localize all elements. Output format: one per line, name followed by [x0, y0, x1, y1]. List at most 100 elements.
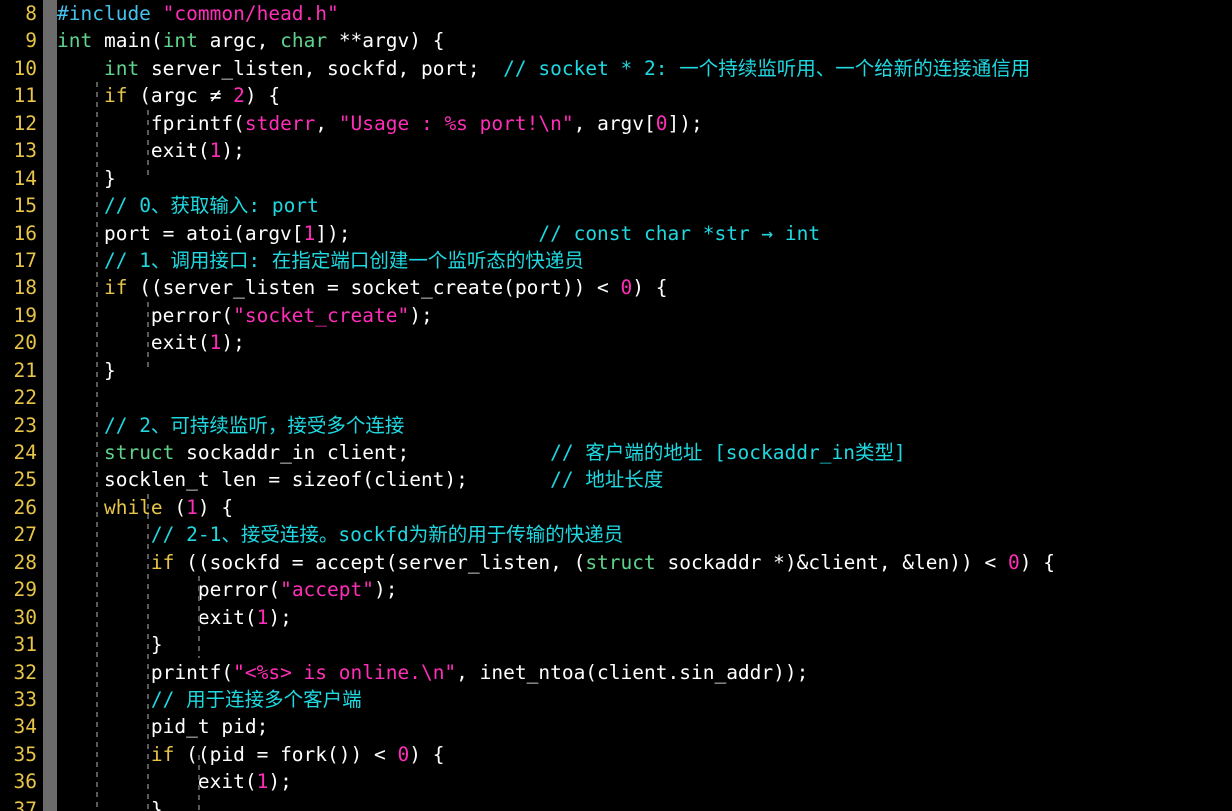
code-line[interactable]: 14 }: [0, 165, 1232, 192]
line-content[interactable]: exit(1);: [57, 768, 292, 795]
code-line[interactable]: 11 if (argc ≠ 2) {: [0, 82, 1232, 109]
token-number: 0: [620, 276, 633, 300]
token-number: 1: [209, 139, 222, 163]
code-line[interactable]: 27 // 2-1、接受连接。sockfd为新的用于传输的快递员: [0, 521, 1232, 548]
token-number: 0: [655, 111, 668, 135]
line-content[interactable]: if ((pid = fork()) < 0) {: [57, 741, 445, 768]
token-identifier: ) {: [244, 84, 281, 108]
code-line[interactable]: 20 exit(1);: [0, 329, 1232, 356]
token-comment: // 用于连接多个客户端: [150, 687, 362, 711]
token-comment: // 2、可持续监听，接受多个连接: [103, 413, 405, 437]
code-line[interactable]: 12 fprintf(stderr, "Usage : %s port!\n",…: [0, 110, 1232, 137]
line-content[interactable]: perror("socket_create");: [57, 302, 433, 329]
line-content[interactable]: printf("<%s> is online.\n", inet_ntoa(cl…: [57, 659, 808, 686]
line-number: 20: [13, 331, 37, 355]
code-line[interactable]: 33 // 用于连接多个客户端: [0, 686, 1232, 713]
code-line[interactable]: 18 if ((server_listen = socket_create(po…: [0, 274, 1232, 301]
code-line[interactable]: 9 int main(int argc, char **argv) {: [0, 27, 1232, 54]
token-number: 1: [256, 770, 269, 794]
code-line[interactable]: 15 // 0、获取输入: port: [0, 192, 1232, 219]
line-content[interactable]: exit(1);: [57, 329, 245, 356]
line-number: 19: [13, 303, 37, 327]
token-identifier: (argc ≠: [127, 84, 234, 108]
code-line[interactable]: 26 while (1) {: [0, 494, 1232, 521]
line-content[interactable]: // 用于连接多个客户端: [57, 686, 362, 713]
token-identifier: );: [268, 770, 292, 794]
line-content[interactable]: int main(int argc, char **argv) {: [57, 27, 444, 54]
code-line[interactable]: 16 port = atoi(argv[1]); // const char *…: [0, 220, 1232, 247]
line-content[interactable]: exit(1);: [57, 604, 292, 631]
line-content[interactable]: #include "common/head.h": [57, 0, 339, 27]
gutter-scrollbar-bar[interactable]: [43, 0, 57, 811]
line-number: 26: [13, 495, 37, 519]
line-content[interactable]: socklen_t len = sizeof(client); // 地址长度: [57, 466, 663, 493]
code-line[interactable]: 17 // 1、调用接口: 在指定端口创建一个监听态的快递员: [0, 247, 1232, 274]
code-lines-container[interactable]: 8 #include "common/head.h" 9 int main(int …: [0, 0, 1232, 811]
token-identifier: argc,: [197, 29, 281, 53]
code-line[interactable]: 8 #include "common/head.h": [0, 0, 1232, 27]
token-identifier: printf(: [150, 660, 234, 684]
code-line[interactable]: 35 if ((pid = fork()) < 0) {: [0, 741, 1232, 768]
line-number: 15: [13, 194, 37, 218]
code-line[interactable]: 10 int server_listen, sockfd, port; // s…: [0, 55, 1232, 82]
token-type: int: [57, 29, 93, 53]
code-line[interactable]: 29 perror("accept");: [0, 576, 1232, 603]
token-identifier: exit(: [150, 331, 210, 355]
line-content[interactable]: // 1、调用接口: 在指定端口创建一个监听态的快递员: [57, 247, 584, 274]
line-number: 18: [13, 276, 37, 300]
token-number: 1: [186, 495, 198, 519]
code-line[interactable]: 13 exit(1);: [0, 137, 1232, 164]
indent-guide-1: [96, 82, 98, 811]
line-content[interactable]: [57, 384, 69, 411]
line-number: 13: [13, 139, 37, 163]
line-content[interactable]: exit(1);: [57, 137, 245, 164]
line-content[interactable]: fprintf(stderr, "Usage : %s port!\n", ar…: [57, 110, 703, 137]
indent-guide-2: [147, 110, 149, 175]
line-content[interactable]: perror("accept");: [57, 576, 398, 603]
token-type: int: [162, 29, 198, 53]
line-number: 14: [13, 166, 37, 190]
line-content[interactable]: if ((sockfd = accept(server_listen, (str…: [57, 549, 1055, 576]
line-number: 37: [13, 797, 37, 811]
line-number: 29: [13, 578, 37, 602]
line-content[interactable]: port = atoi(argv[1]); // const char *str…: [57, 220, 820, 247]
token-type: char: [280, 29, 328, 53]
line-number: 33: [13, 687, 37, 711]
code-line[interactable]: 37 }: [0, 796, 1232, 811]
code-line[interactable]: 25 socklen_t len = sizeof(client); // 地址…: [0, 466, 1232, 493]
token-identifier: [57, 386, 69, 409]
token-identifier: **argv) {: [327, 29, 445, 53]
token-identifier: pid_t pid;: [57, 715, 269, 739]
line-content[interactable]: // 2-1、接受连接。sockfd为新的用于传输的快递员: [57, 521, 623, 548]
token-keyword: if: [150, 550, 175, 574]
line-number: 21: [13, 358, 37, 382]
line-content[interactable]: while (1) {: [57, 494, 233, 521]
code-line[interactable]: 34 pid_t pid;: [0, 713, 1232, 740]
code-line[interactable]: 32 printf("<%s> is online.\n", inet_ntoa…: [0, 659, 1232, 686]
line-content[interactable]: struct sockaddr_in client; // 客户端的地址 [so…: [57, 439, 906, 466]
code-editor[interactable]: 8 #include "common/head.h" 9 int main(int …: [0, 0, 1232, 811]
line-number: 22: [13, 386, 37, 410]
line-content[interactable]: if (argc ≠ 2) {: [57, 82, 280, 109]
token-number: 1: [209, 331, 222, 355]
code-line[interactable]: 30 exit(1);: [0, 604, 1232, 631]
line-number: 23: [13, 413, 37, 437]
line-content[interactable]: // 2、可持续监听，接受多个连接: [57, 412, 404, 439]
line-number: 34: [13, 715, 37, 739]
indent-guide-5: [198, 576, 200, 658]
code-line[interactable]: 28 if ((sockfd = accept(server_listen, (…: [0, 549, 1232, 576]
line-content[interactable]: }: [57, 165, 116, 192]
code-line[interactable]: 21 }: [0, 357, 1232, 384]
code-line[interactable]: 23 // 2、可持续监听，接受多个连接: [0, 412, 1232, 439]
code-line[interactable]: 36 exit(1);: [0, 768, 1232, 795]
line-content[interactable]: int server_listen, sockfd, port; // sock…: [57, 55, 1030, 82]
code-line[interactable]: 19 perror("socket_create");: [0, 302, 1232, 329]
line-content[interactable]: }: [57, 357, 116, 384]
code-line[interactable]: 24 struct sockaddr_in client; // 客户端的地址 …: [0, 439, 1232, 466]
line-content[interactable]: pid_t pid;: [57, 713, 268, 740]
code-line[interactable]: 22: [0, 384, 1232, 411]
code-line[interactable]: 31 }: [0, 631, 1232, 658]
line-content[interactable]: if ((server_listen = socket_create(port)…: [57, 274, 668, 301]
